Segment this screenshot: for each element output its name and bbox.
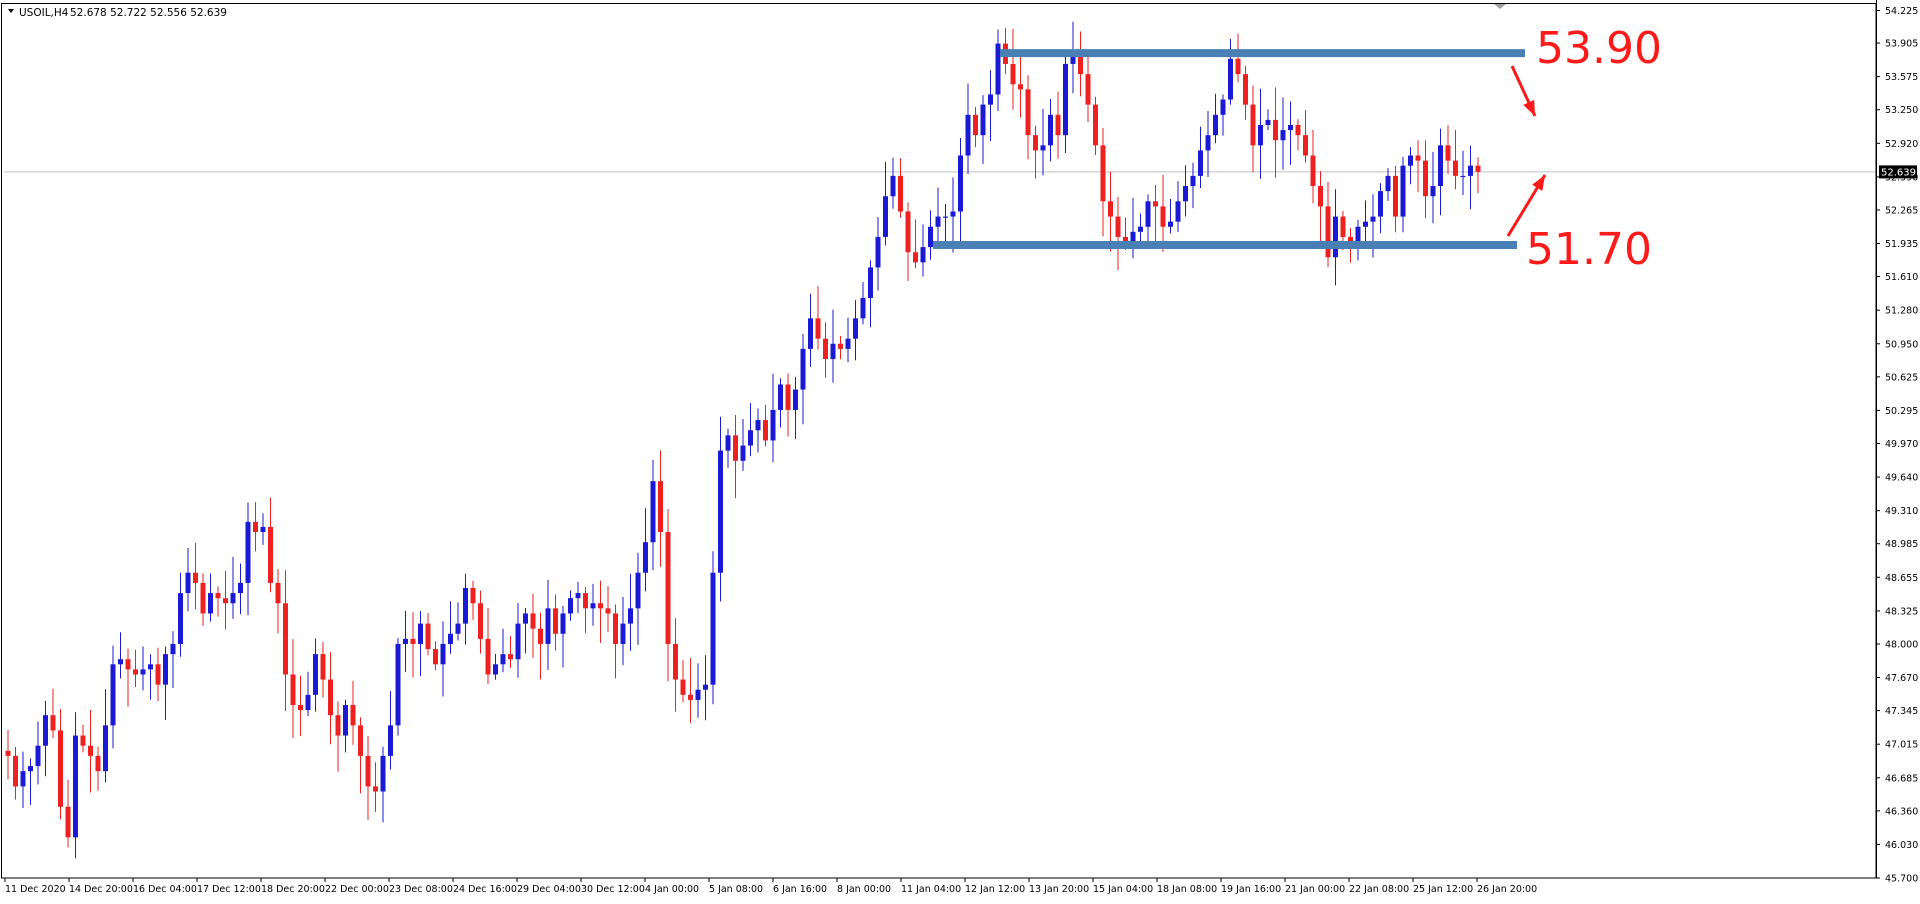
y-tick-label: 47.670 — [1885, 673, 1918, 684]
y-tick-label: 47.345 — [1885, 706, 1918, 717]
y-tick-label: 48.985 — [1885, 539, 1918, 550]
chart-window: 54.22553.90553.57553.25052.92052.59052.2… — [0, 0, 1920, 900]
y-tick-label: 45.700 — [1885, 874, 1918, 885]
x-tick-label: 30 Dec 12:00 — [581, 884, 645, 895]
resistance-price-label: 53.90 — [1536, 23, 1662, 74]
x-tick-label: 14 Dec 20:00 — [69, 884, 133, 895]
candlestick-chart: 54.22553.90553.57553.25052.92052.59052.2… — [0, 0, 1920, 900]
x-tick-label: 22 Jan 08:00 — [1349, 884, 1409, 895]
y-tick-label: 50.295 — [1885, 406, 1918, 417]
x-tick-label: 13 Jan 20:00 — [1029, 884, 1089, 895]
chart-header[interactable]: USOIL,H4 52.678 52.722 52.556 52.639 — [8, 7, 227, 19]
x-tick-label: 22 Dec 00:00 — [325, 884, 389, 895]
y-tick-label: 48.325 — [1885, 606, 1918, 617]
y-tick-label: 54.225 — [1885, 6, 1918, 17]
x-tick-label: 24 Dec 16:00 — [453, 884, 517, 895]
y-tick-label: 52.265 — [1885, 205, 1918, 216]
x-tick-label: 17 Dec 12:00 — [197, 884, 261, 895]
y-tick-label: 53.250 — [1885, 105, 1918, 116]
y-tick-label: 48.655 — [1885, 573, 1918, 584]
ohlc-readout: 52.678 52.722 52.556 52.639 — [70, 7, 227, 19]
x-tick-label: 25 Jan 12:00 — [1413, 884, 1473, 895]
support-price-label: 51.70 — [1526, 224, 1652, 275]
x-tick-label: 16 Dec 04:00 — [133, 884, 197, 895]
symbol-label: USOIL,H4 — [19, 7, 69, 19]
x-tick-label: 11 Jan 04:00 — [901, 884, 961, 895]
x-tick-label: 5 Jan 08:00 — [709, 884, 763, 895]
y-tick-label: 49.970 — [1885, 439, 1918, 450]
x-tick-label: 29 Dec 04:00 — [517, 884, 581, 895]
current-price-badge: 52.639 — [1879, 165, 1917, 179]
y-tick-label: 47.015 — [1885, 740, 1918, 751]
y-tick-label: 50.625 — [1885, 372, 1918, 383]
candle — [710, 551, 716, 705]
x-tick-label: 26 Jan 20:00 — [1477, 884, 1537, 895]
x-tick-label: 18 Jan 08:00 — [1157, 884, 1217, 895]
x-tick-label: 8 Jan 00:00 — [837, 884, 891, 895]
y-tick-label: 46.685 — [1885, 773, 1918, 784]
x-tick-label: 21 Jan 00:00 — [1285, 884, 1345, 895]
x-tick-label: 15 Jan 04:00 — [1093, 884, 1153, 895]
y-tick-label: 49.640 — [1885, 473, 1918, 484]
y-tick-label: 48.000 — [1885, 639, 1918, 650]
y-tick-label: 50.950 — [1885, 339, 1918, 350]
x-tick-label: 19 Jan 16:00 — [1221, 884, 1281, 895]
y-tick-label: 53.905 — [1885, 39, 1918, 50]
y-tick-label: 49.310 — [1885, 506, 1918, 517]
x-tick-label: 4 Jan 00:00 — [645, 884, 699, 895]
current-price-text: 52.639 — [1881, 167, 1916, 178]
x-tick-label: 11 Dec 2020 — [5, 884, 66, 895]
x-tick-label: 18 Dec 20:00 — [261, 884, 325, 895]
y-tick-label: 51.610 — [1885, 272, 1918, 283]
x-tick-label: 6 Jan 16:00 — [773, 884, 827, 895]
y-tick-label: 51.280 — [1885, 306, 1918, 317]
y-tick-label: 53.575 — [1885, 72, 1918, 83]
y-tick-label: 46.030 — [1885, 840, 1918, 851]
x-tick-label: 12 Jan 12:00 — [965, 884, 1025, 895]
y-tick-label: 46.360 — [1885, 806, 1918, 817]
x-tick-label: 23 Dec 08:00 — [389, 884, 453, 895]
y-tick-label: 51.935 — [1885, 239, 1918, 250]
candle — [395, 638, 401, 736]
y-tick-label: 52.920 — [1885, 139, 1918, 150]
